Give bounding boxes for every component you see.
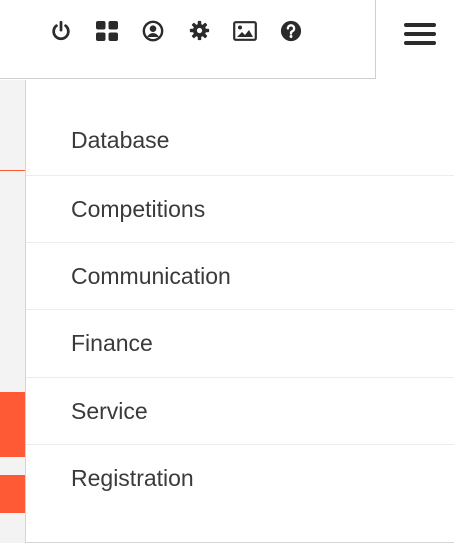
top-toolbar <box>0 0 376 79</box>
user-icon <box>142 20 164 41</box>
menu-item-database[interactable]: Database <box>26 107 454 174</box>
hamburger-icon <box>404 23 436 27</box>
background-accent-block <box>0 392 26 457</box>
help-button[interactable] <box>276 16 306 46</box>
menu-toggle-button[interactable] <box>400 20 440 48</box>
menu-item-service[interactable]: Service <box>26 377 454 444</box>
background-page <box>0 80 26 543</box>
dropdown-menu: Database Competitions Communication Fina… <box>25 80 454 543</box>
settings-button[interactable] <box>184 16 214 46</box>
page: Database Competitions Communication Fina… <box>0 0 454 543</box>
user-button[interactable] <box>138 16 168 46</box>
power-button[interactable] <box>46 16 76 46</box>
power-icon <box>52 20 70 40</box>
gear-icon <box>189 20 209 41</box>
background-accent-block <box>0 475 26 513</box>
background-divider <box>0 170 26 171</box>
media-button[interactable] <box>230 16 260 46</box>
grid-icon <box>96 20 118 41</box>
menu-item-communication[interactable]: Communication <box>26 242 454 309</box>
menu-item-competitions[interactable]: Competitions <box>26 175 454 242</box>
help-icon <box>280 20 302 41</box>
menu-item-registration[interactable]: Registration <box>26 444 454 511</box>
apps-button[interactable] <box>92 16 122 46</box>
menu-item-finance[interactable]: Finance <box>26 309 454 376</box>
image-icon <box>233 20 257 41</box>
